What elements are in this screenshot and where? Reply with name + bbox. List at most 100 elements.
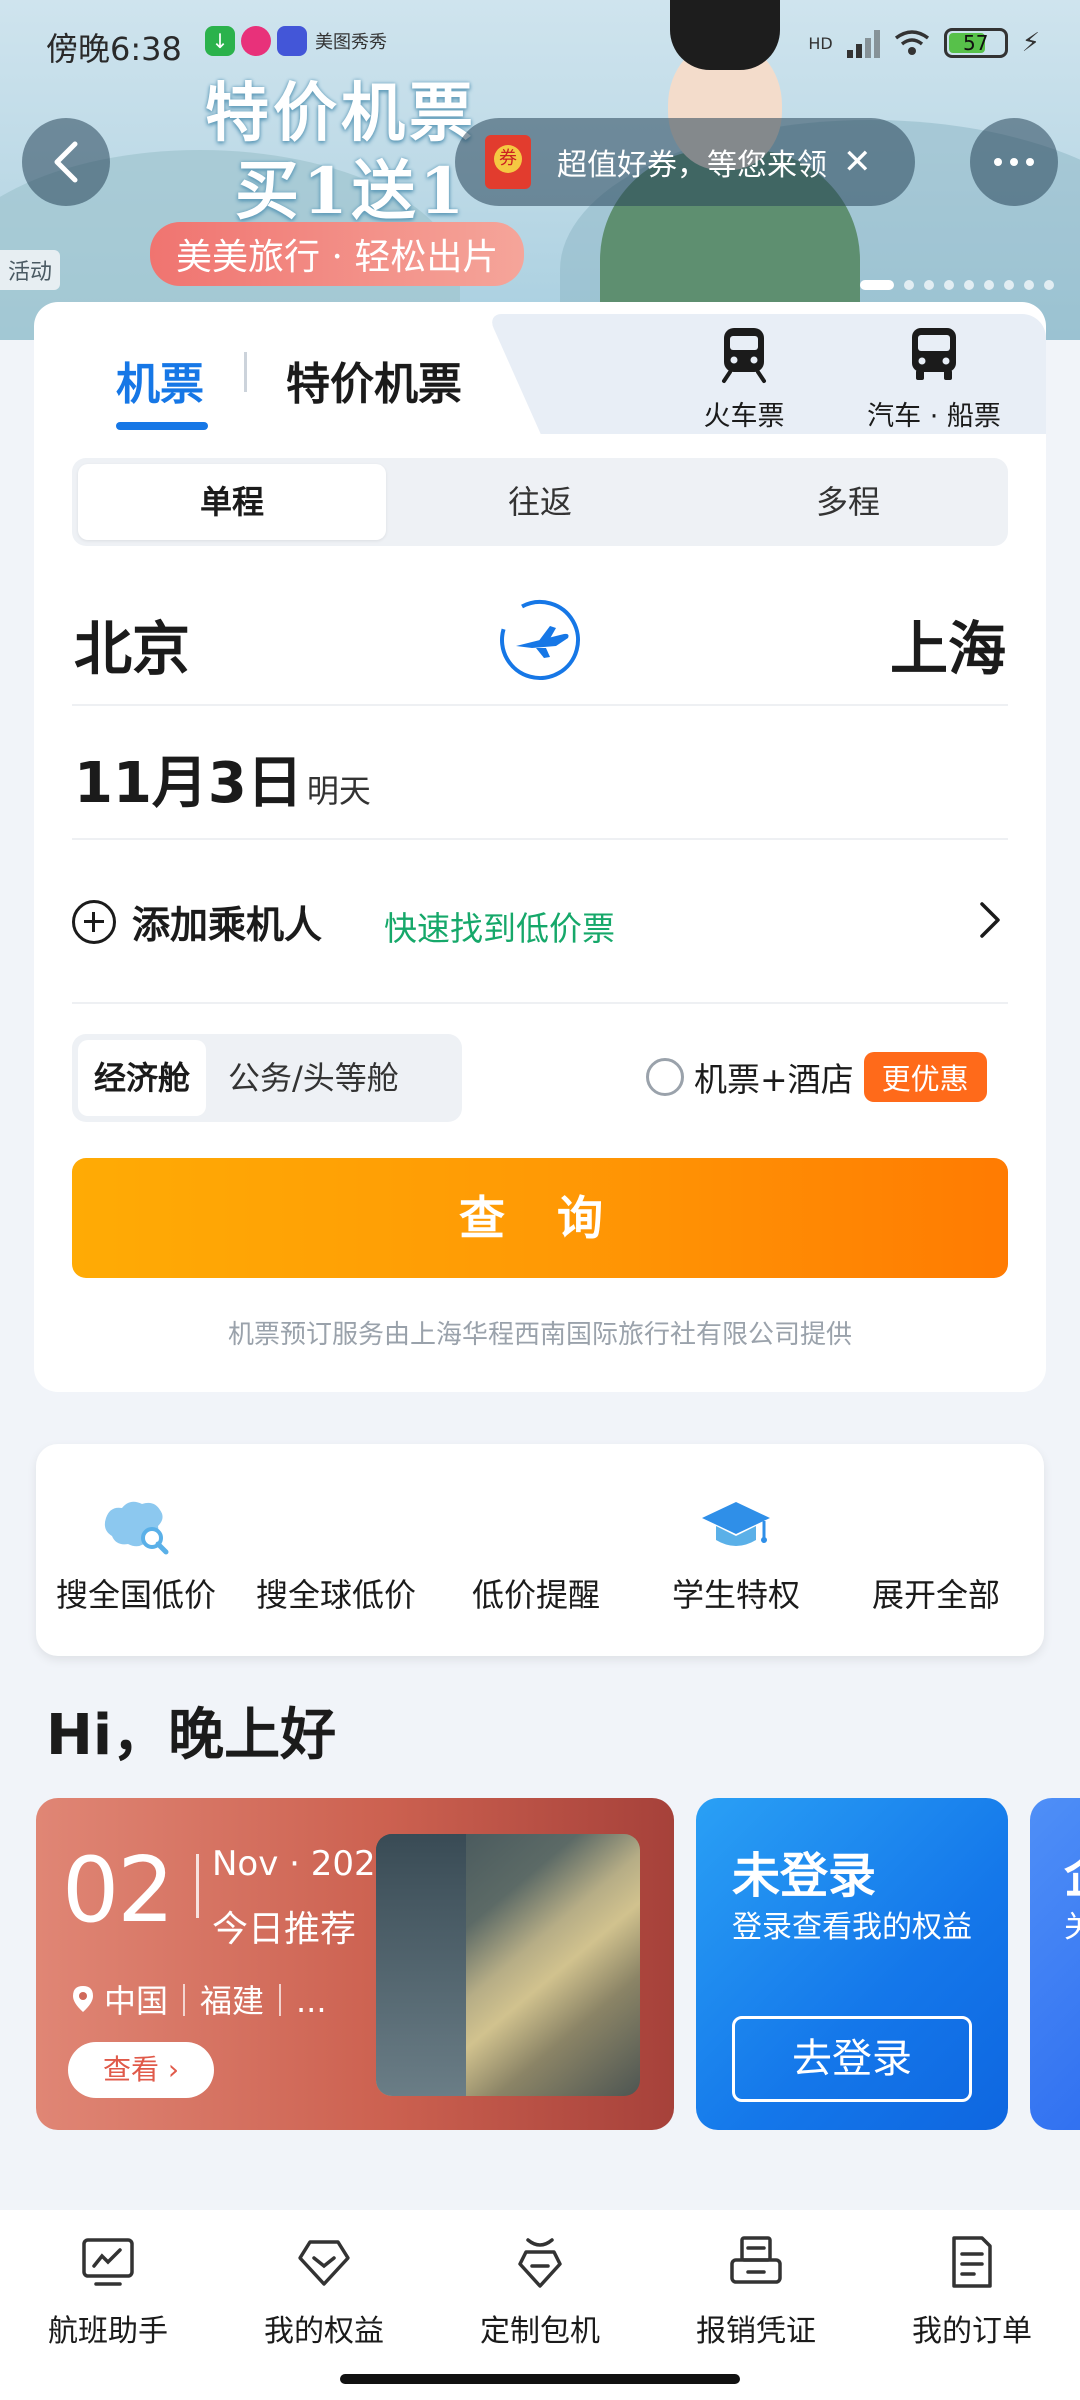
location-pin-icon — [73, 1986, 93, 2012]
departure-city[interactable]: 北京 — [74, 602, 190, 686]
cabin-economy[interactable]: 经济舱 — [78, 1040, 207, 1116]
daily-recommend-card[interactable]: 02 Nov · 2024 今日推荐 中国｜福建｜... 查看 › — [36, 1798, 674, 2130]
printer-icon — [730, 2236, 782, 2284]
nav-my-orders[interactable]: 我的订单 — [864, 2210, 1080, 2360]
trip-one-way[interactable]: 单程 — [78, 464, 386, 540]
quick-entry-price-alert[interactable]: 低价提醒 — [436, 1494, 636, 1616]
search-button[interactable]: 查 询 — [72, 1158, 1008, 1278]
low-price-hint[interactable]: 快速找到低价票 — [384, 902, 615, 950]
carousel-dot — [944, 280, 954, 290]
greeting-title: Hi，晚上好 — [46, 1703, 337, 1768]
back-button[interactable] — [22, 118, 110, 206]
flight-search-card: 机票 特价机票 火车票 汽车 · 船票 单程 往返 多程 北京 上海 11月3日… — [34, 302, 1046, 1392]
chevron-right-icon[interactable] — [978, 900, 1002, 940]
nav-my-benefits[interactable]: 我的权益 — [216, 2210, 432, 2360]
tab-train[interactable]: 火车票 — [674, 324, 814, 433]
quick-entry-expand-all[interactable]: 展开全部 — [836, 1494, 1036, 1616]
tab-special-flight[interactable]: 特价机票 — [286, 348, 462, 412]
battery-level: 57 — [963, 31, 989, 55]
train-icon — [722, 328, 766, 383]
cabin-class-selector: 经济舱 公务/头等舱 — [72, 1034, 462, 1122]
china-map-search-icon — [104, 1501, 169, 1555]
more-dot-icon — [1010, 158, 1018, 166]
globe-icon — [304, 1494, 368, 1558]
member-login-card[interactable]: 未登录 登录查看我的权益 去登录 — [696, 1798, 1008, 2130]
activity-tag: 活动 — [0, 250, 61, 290]
tab-bus-ship[interactable]: 汽车 · 船票 — [834, 324, 1034, 433]
red-envelope-icon — [485, 135, 531, 189]
trip-round-trip[interactable]: 往返 — [386, 464, 694, 540]
nav-label: 报销凭证 — [696, 2314, 816, 2349]
flight-hotel-radio[interactable] — [646, 1058, 684, 1096]
flight-hotel-label: 机票+酒店 — [694, 1060, 854, 1099]
login-card-title: 未登录 — [732, 1848, 877, 1904]
nav-charter[interactable]: 定制包机 — [432, 2210, 648, 2360]
departure-date[interactable]: 11月3日 明天 — [74, 738, 371, 819]
graduation-cap-icon — [702, 1502, 770, 1546]
next-card-peek[interactable]: 企 关 — [1030, 1798, 1080, 2130]
hd-indicator: HD — [808, 33, 833, 53]
home-indicator[interactable] — [340, 2374, 740, 2384]
bell-icon — [504, 1494, 568, 1558]
coupon-close-button[interactable]: ✕ — [843, 142, 872, 182]
recommend-location: 中国｜福建｜... — [72, 1976, 327, 2022]
carousel-dot — [984, 280, 994, 290]
trip-multi-city[interactable]: 多程 — [694, 464, 1002, 540]
quick-entry-global-low-price[interactable]: 搜全球低价 — [236, 1494, 436, 1616]
more-menu-button[interactable] — [970, 118, 1058, 206]
bottom-navigation: 航班助手 我的权益 定制包机 报销凭证 我的订单 — [0, 2210, 1080, 2360]
carousel-dot — [904, 280, 914, 290]
wifi-icon — [894, 30, 929, 55]
diamond-icon — [298, 2240, 350, 2286]
quick-entry-label: 学生特权 — [671, 1576, 800, 1614]
date-relative: 明天 — [306, 772, 371, 810]
peek-card-subtitle: 关 — [1064, 1910, 1080, 1945]
promo-title-line2: 买1送1 — [235, 154, 469, 229]
add-circle-icon — [72, 899, 116, 944]
photo-sea — [376, 1834, 466, 2096]
carousel-dot — [924, 280, 934, 290]
flight-monitor-icon — [82, 2238, 134, 2286]
tab-flight[interactable]: 机票 — [116, 348, 204, 412]
flight-hotel-option[interactable]: 机票+酒店 更优惠 — [646, 1052, 987, 1102]
nav-label: 航班助手 — [48, 2314, 168, 2349]
divider — [72, 838, 1008, 840]
active-tab-underline — [116, 422, 208, 430]
signal-icon — [846, 28, 880, 58]
quick-entry-label: 搜全国低价 — [55, 1576, 216, 1614]
go-login-button[interactable]: 去登录 — [732, 2016, 972, 2102]
tab-bus-label: 汽车 · 船票 — [867, 401, 1001, 432]
charging-icon: ⚡ — [1021, 28, 1040, 58]
status-time: 傍晚6:38 — [46, 30, 182, 68]
quick-entry-domestic-low-price[interactable]: 搜全国低价 — [36, 1494, 236, 1616]
meitu-icon — [277, 26, 307, 56]
recommend-view-button[interactable]: 查看 › — [68, 2042, 214, 2098]
divider — [72, 1002, 1008, 1004]
coupon-banner[interactable]: 超值好券，等您来领 ✕ — [455, 118, 915, 206]
recommend-photo — [376, 1834, 640, 2096]
charter-icon — [518, 2238, 562, 2288]
battery-icon: 57 — [943, 28, 1008, 58]
nav-flight-assistant[interactable]: 航班助手 — [0, 2210, 216, 2360]
arrival-city[interactable]: 上海 — [890, 602, 1006, 686]
swap-cities-icon[interactable] — [496, 596, 584, 684]
add-passenger-button[interactable]: 添加乘机人 — [72, 894, 322, 949]
carousel-dot — [1044, 280, 1054, 290]
trip-type-selector: 单程 往返 多程 — [72, 458, 1008, 546]
quick-entry-student[interactable]: 学生特权 — [636, 1494, 836, 1616]
bus-icon — [912, 328, 956, 380]
promo-subtitle: 美美旅行 · 轻松出片 — [150, 222, 525, 286]
tab-train-label: 火车票 — [703, 401, 785, 432]
quick-entry-label: 低价提醒 — [471, 1576, 600, 1614]
cabin-business-first[interactable]: 公务/头等舱 — [212, 1040, 415, 1116]
status-app-icons: ↓ 美图秀秀 — [205, 26, 387, 56]
carousel-dot — [964, 280, 974, 290]
nav-reimbursement[interactable]: 报销凭证 — [648, 2210, 864, 2360]
download-icon: ↓ — [205, 26, 235, 56]
provider-note: 机票预订服务由上海华程西南国际旅行社有限公司提供 — [227, 1320, 852, 1350]
transport-tabs: 机票 特价机票 火车票 汽车 · 船票 — [34, 302, 1046, 434]
recommend-today-label: 今日推荐 — [212, 1909, 357, 1950]
tab-divider — [244, 352, 247, 392]
quick-entry-label: 展开全部 — [871, 1576, 1000, 1614]
carousel-indicator — [860, 280, 1054, 290]
